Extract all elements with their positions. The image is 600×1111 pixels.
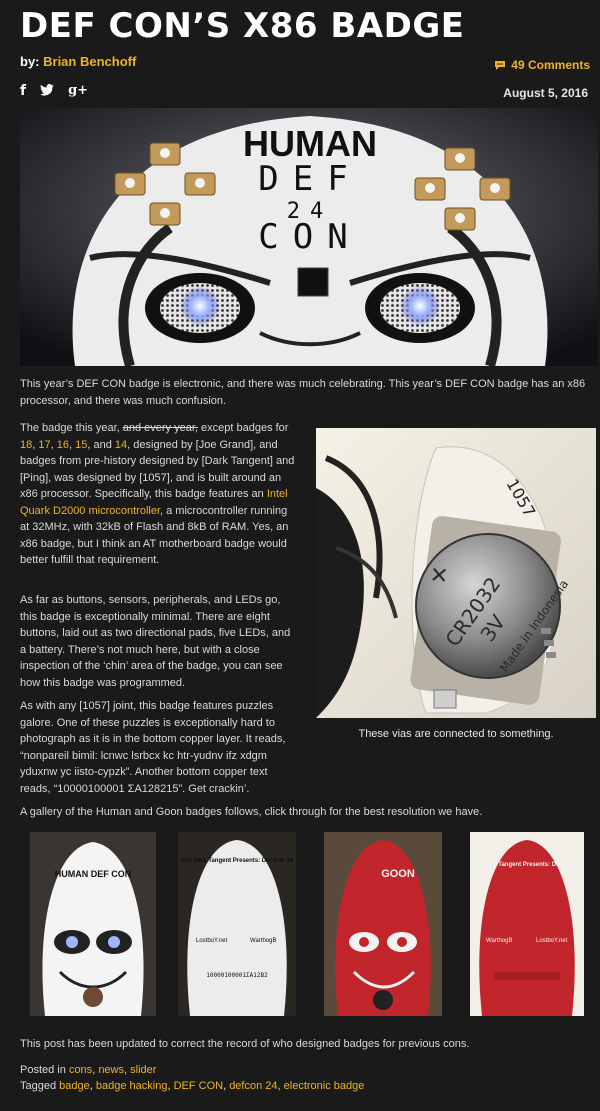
article-page: DEF CON’S X86 BADGE by: Brian Benchoff 4… <box>0 0 600 1111</box>
gallery-1-label: HUMAN DEF CON <box>55 869 132 879</box>
link-15[interactable]: 15 <box>75 439 87 451</box>
article-title: DEF CON’S X86 BADGE <box>20 6 465 46</box>
posted-in-label: Posted in <box>20 1064 66 1076</box>
comments-link[interactable]: 49 Comments <box>494 58 590 72</box>
gallery-intro: A gallery of the Human and Goon badges f… <box>20 806 483 818</box>
post-date: August 5, 2016 <box>503 86 588 100</box>
hero-badge-photo[interactable]: HUMAN DEF 24 CON <box>20 108 598 366</box>
gallery-thumb-human-badge[interactable]: HUMAN DEF CON <box>30 832 156 1016</box>
facebook-icon[interactable]: f <box>20 84 26 98</box>
photo-caption: These vias are connected to something. <box>358 728 554 740</box>
gallery-2-sub2: WarthogB <box>250 938 276 944</box>
hero-text-def: DEF <box>258 159 361 199</box>
hero-text-human: HUMAN <box>243 123 377 164</box>
tag-link-electronic-badge[interactable]: electronic badge <box>284 1080 365 1092</box>
intro-paragraph: This year’s DEF CON badge is electronic,… <box>20 378 586 407</box>
tag-link-defcon-24[interactable]: defcon 24 <box>229 1080 277 1092</box>
gallery-3-label: GOON <box>381 868 415 880</box>
category-link-slider[interactable]: slider <box>130 1064 156 1076</box>
p2-and: , and <box>87 438 115 451</box>
battery-photo[interactable]: 1057 + CR2032 3V Made in Indonesia <box>316 428 596 718</box>
byline: by: Brian Benchoff <box>20 54 136 69</box>
gallery-thumb-goon-back-badge[interactable]: The Dark Tangent Presents: Def Con 24 Wa… <box>470 832 584 1016</box>
comments-count: 49 Comments <box>511 58 590 72</box>
twitter-icon[interactable] <box>40 84 54 98</box>
tag-link-def-con[interactable]: DEF CON <box>174 1080 224 1092</box>
link-16[interactable]: 16 <box>57 439 69 451</box>
gallery-2-title: The Dark Tangent Presents: Def Con 24 <box>181 858 294 864</box>
link-18[interactable]: 18 <box>20 439 32 451</box>
social-share: f g+ <box>20 84 88 99</box>
update-note: This post has been updated to correct th… <box>20 1038 470 1050</box>
gallery-2-sub1: LostboY.net <box>196 938 228 944</box>
category-link-cons[interactable]: cons <box>69 1064 92 1076</box>
p2-text-2: except badges for <box>197 422 289 434</box>
link-17[interactable]: 17 <box>38 439 50 451</box>
hero-text-con: CON <box>258 217 361 257</box>
link-14[interactable]: 14 <box>115 439 127 451</box>
category-link-news[interactable]: news <box>98 1064 124 1076</box>
gallery-2-code: 10000100001ΣA12B2 <box>206 972 268 979</box>
gallery-4-sub2: LostboY.net <box>536 938 568 944</box>
badge-paragraph: The badge this year, and every year, exc… <box>20 420 298 569</box>
gallery-thumb-goon-badge[interactable]: GOON <box>324 832 442 1016</box>
byline-prefix: by: <box>20 54 40 69</box>
p2-text-1: The badge this year, <box>20 422 123 434</box>
gallery-2-label: The Dark Tangent Presents: Def Con 24 <box>181 858 294 864</box>
author-link[interactable]: Brian Benchoff <box>43 54 136 69</box>
google-plus-icon[interactable]: g+ <box>68 84 88 98</box>
tag-link-badge-hacking[interactable]: badge hacking <box>96 1080 168 1092</box>
tag-link-badge[interactable]: badge <box>59 1080 90 1092</box>
tags: Tagged badge, badge hacking, DEF CON, de… <box>20 1080 364 1092</box>
gallery-thumb-back-badge[interactable]: The Dark Tangent Presents: Def Con 24 Lo… <box>178 832 296 1016</box>
comment-bubble-icon <box>495 60 506 70</box>
gallery-4-sub1: WarthogB <box>486 938 512 944</box>
gallery-4-title: The Dark Tangent Presents: Def Con 24 <box>471 862 584 868</box>
buttons-paragraph: As far as buttons, sensors, peripherals,… <box>20 594 291 689</box>
posted-in: Posted in cons, news, slider <box>20 1064 156 1076</box>
p2-strike: and every year, <box>122 422 198 434</box>
puzzle-paragraph: As with any [1057] joint, this badge fea… <box>20 700 286 795</box>
tagged-label: Tagged <box>20 1080 57 1092</box>
